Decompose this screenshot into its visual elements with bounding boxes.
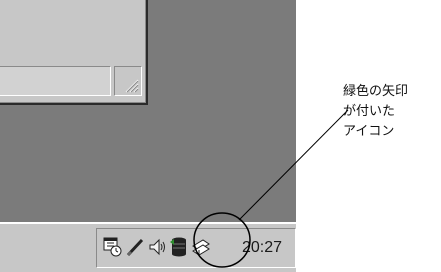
- annotation-leader-line: [238, 109, 349, 221]
- annotation-callout-text: 緑色の矢印 が付いた アイコン: [343, 84, 409, 139]
- annotation-circle: [193, 212, 251, 268]
